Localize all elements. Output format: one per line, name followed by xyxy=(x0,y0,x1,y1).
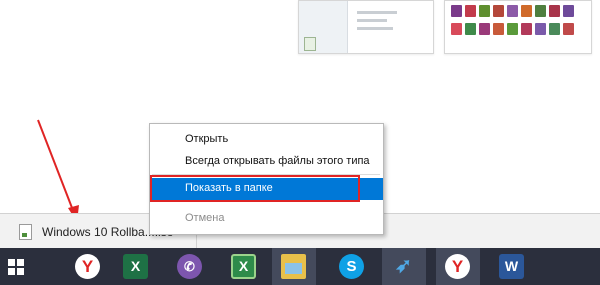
menu-item-cancel[interactable]: Отмена xyxy=(150,208,383,230)
skype-icon: S xyxy=(339,254,364,279)
iso-file-icon xyxy=(19,224,32,240)
menu-item-label: Открыть xyxy=(185,133,229,145)
start-button[interactable] xyxy=(0,248,44,285)
menu-item-label: Всегда открывать файлы этого типа xyxy=(185,155,370,167)
yandex-browser-icon: Y xyxy=(75,254,100,279)
taskbar: Y X ✆ X S ➶ Y W xyxy=(0,248,600,285)
file-explorer-icon xyxy=(281,254,306,279)
taskbar-yandex-browser-user[interactable]: Y xyxy=(436,248,480,285)
annotation-highlight-box xyxy=(150,175,360,202)
taskbar-word[interactable]: W xyxy=(490,248,534,285)
taskbar-skype[interactable]: S xyxy=(330,248,374,285)
excel-icon: X xyxy=(123,254,148,279)
viber-icon: ✆ xyxy=(177,254,202,279)
taskbar-viber[interactable]: ✆ xyxy=(168,248,212,285)
menu-item-open[interactable]: Открыть xyxy=(150,129,383,151)
windows-start-icon xyxy=(8,259,24,275)
yandex-browser-user-icon: Y xyxy=(445,254,470,279)
bird-app-icon: ➶ xyxy=(395,255,412,277)
taskbar-file-explorer[interactable] xyxy=(272,248,316,285)
taskbar-yandex-browser[interactable]: Y xyxy=(66,248,110,285)
spreadsheet-icon: X xyxy=(231,254,256,279)
taskbar-bird-app[interactable]: ➶ xyxy=(382,248,426,285)
taskbar-excel[interactable]: X xyxy=(114,248,158,285)
word-icon: W xyxy=(499,254,524,279)
menu-item-always-open[interactable]: Всегда открывать файлы этого типа xyxy=(150,151,383,173)
taskbar-spreadsheet[interactable]: X xyxy=(222,248,266,285)
menu-item-label: Отмена xyxy=(185,212,225,224)
